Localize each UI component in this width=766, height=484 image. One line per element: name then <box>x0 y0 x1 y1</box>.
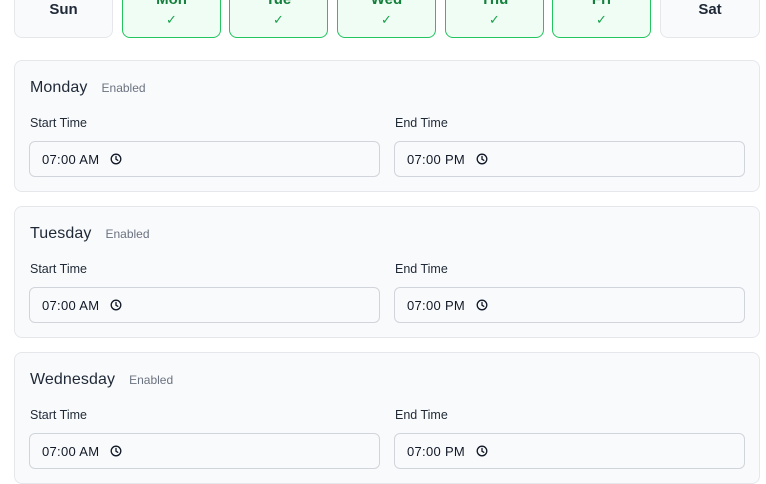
start-time-input[interactable]: 07:00 AM <box>29 141 380 177</box>
start-time-input[interactable]: 07:00 AM <box>29 287 380 323</box>
day-toggle-sun[interactable]: Sun <box>14 0 113 38</box>
day-label: Mon <box>123 0 220 9</box>
day-toggle-sat[interactable]: Sat <box>660 0 760 38</box>
clock-icon[interactable] <box>110 299 122 311</box>
end-time-label: End Time <box>395 408 448 422</box>
clock-icon[interactable] <box>476 153 488 165</box>
day-label: Tue <box>230 0 327 9</box>
clock-icon[interactable] <box>476 299 488 311</box>
clock-icon[interactable] <box>110 153 122 165</box>
check-icon: ✓ <box>273 12 284 27</box>
schedule-card-tuesday: Tuesday Enabled Start Time 07:00 AM End … <box>14 206 760 338</box>
clock-icon[interactable] <box>476 445 488 457</box>
card-title: Monday <box>30 79 88 96</box>
check-icon: ✓ <box>166 12 177 27</box>
start-time-label: Start Time <box>30 116 87 130</box>
status-badge: Enabled <box>105 227 150 241</box>
status-badge: Enabled <box>129 373 174 387</box>
end-time-input[interactable]: 07:00 PM <box>394 287 745 323</box>
card-header: Tuesday Enabled <box>30 225 150 245</box>
card-title: Wednesday <box>30 371 116 388</box>
start-time-label: Start Time <box>30 408 87 422</box>
day-label: Fri <box>553 0 650 9</box>
check-icon: ✓ <box>596 12 607 27</box>
day-toggle-mon[interactable]: Mon ✓ <box>122 0 221 38</box>
start-time-value: 07:00 AM <box>42 297 100 313</box>
day-selector: Sun Mon ✓ Tue ✓ Wed ✓ Thu ✓ Fri ✓ Sat <box>14 0 762 38</box>
card-header: Wednesday Enabled <box>30 371 173 391</box>
end-time-value: 07:00 PM <box>407 297 466 313</box>
end-time-label: End Time <box>395 262 448 276</box>
day-label: Wed <box>338 0 435 9</box>
schedule-card-wednesday: Wednesday Enabled Start Time 07:00 AM En… <box>14 352 760 484</box>
card-title: Tuesday <box>30 225 92 242</box>
start-time-value: 07:00 AM <box>42 443 100 459</box>
day-toggle-tue[interactable]: Tue ✓ <box>229 0 328 38</box>
clock-icon[interactable] <box>110 445 122 457</box>
day-label: Thu <box>446 0 543 9</box>
start-time-label: Start Time <box>30 262 87 276</box>
day-label: Sat <box>698 1 722 18</box>
end-time-label: End Time <box>395 116 448 130</box>
card-header: Monday Enabled <box>30 79 146 99</box>
start-time-value: 07:00 AM <box>42 151 100 167</box>
end-time-input[interactable]: 07:00 PM <box>394 433 745 469</box>
check-icon: ✓ <box>381 12 392 27</box>
day-label: Sun <box>49 1 78 18</box>
day-toggle-wed[interactable]: Wed ✓ <box>337 0 436 38</box>
status-badge: Enabled <box>101 81 146 95</box>
end-time-value: 07:00 PM <box>407 151 466 167</box>
end-time-value: 07:00 PM <box>407 443 466 459</box>
end-time-input[interactable]: 07:00 PM <box>394 141 745 177</box>
day-toggle-fri[interactable]: Fri ✓ <box>552 0 651 38</box>
schedule-card-monday: Monday Enabled Start Time 07:00 AM End T… <box>14 60 760 192</box>
start-time-input[interactable]: 07:00 AM <box>29 433 380 469</box>
day-toggle-thu[interactable]: Thu ✓ <box>445 0 544 38</box>
check-icon: ✓ <box>489 12 500 27</box>
